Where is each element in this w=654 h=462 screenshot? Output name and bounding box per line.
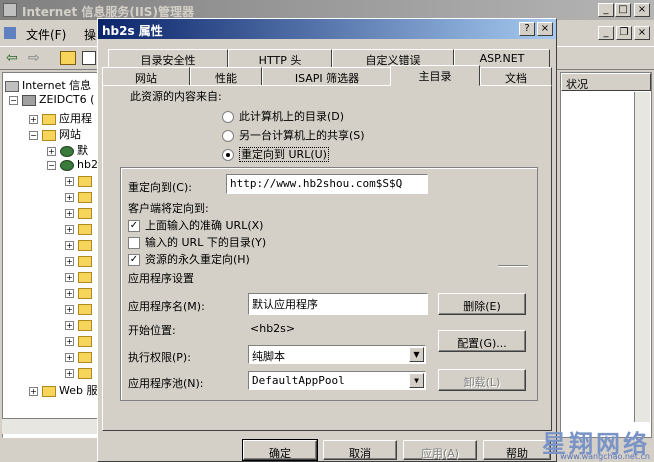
back-arrow-icon[interactable]: ⇦	[6, 50, 18, 66]
tab-isapi-filters[interactable]: ISAPI 筛选器	[262, 67, 392, 85]
dialog-close-button[interactable]: ×	[537, 22, 553, 36]
check-directory-below[interactable]: 输入的 URL 下的目录(Y)	[128, 234, 266, 250]
tree-hscroll[interactable]	[2, 418, 104, 434]
tree-node-websites[interactable]: − 网站	[29, 126, 81, 142]
properties-dialog: hb2s 属性 ? × 目录安全性 HTTP 头 自定义错误 ASP.NET 网…	[97, 18, 557, 462]
checkbox[interactable]: ✓	[128, 254, 140, 266]
tab-home-directory[interactable]: 主目录	[390, 65, 480, 86]
remove-button[interactable]: 删除(E)	[438, 293, 526, 315]
redirect-url-input[interactable]: http://www.hb2shou.com$S$Q	[226, 174, 428, 194]
tab-directory-security[interactable]: 目录安全性	[108, 49, 228, 67]
watermark-url: www.wangchao.net.cn	[560, 452, 650, 461]
app-settings-label: 应用程序设置	[128, 272, 194, 285]
dialog-help-button[interactable]: ?	[519, 22, 535, 36]
app-pool-label: 应用程序池(N):	[128, 377, 204, 390]
radio-button[interactable]	[222, 130, 234, 142]
unload-button[interactable]: 卸载(L)	[438, 369, 526, 391]
column-header-status[interactable]: 状况	[561, 73, 651, 91]
show-pane-icon[interactable]	[82, 51, 96, 65]
apply-button[interactable]: 应用(A)	[403, 440, 477, 460]
configure-button[interactable]: 配置(G)...	[438, 330, 526, 352]
iis-app-icon	[3, 3, 17, 17]
tree-node-subfolder[interactable]: +	[65, 286, 95, 299]
tree-node-subfolder[interactable]: +	[65, 270, 95, 283]
help-button[interactable]: 帮助	[483, 440, 551, 460]
check-permanent-redirect[interactable]: ✓ 资源的永久重定向(H)	[128, 251, 250, 267]
client-redirect-label: 客户端将定向到:	[128, 202, 209, 215]
tree-node-app-pools[interactable]: + 应用程	[29, 110, 92, 126]
start-position-value: <hb2s>	[250, 322, 296, 335]
menu-action[interactable]: 操	[84, 26, 96, 43]
dialog-titlebar: hb2s 属性	[98, 19, 556, 39]
minimize-button[interactable]: _	[598, 3, 614, 17]
separator	[498, 265, 528, 267]
tab-performance[interactable]: 性能	[190, 67, 262, 85]
tree-node-hb2s[interactable]: − hb2	[47, 158, 98, 171]
tree-node-default-site[interactable]: + 默	[47, 142, 88, 158]
check-exact-url[interactable]: ✓ 上面输入的准确 URL(X)	[128, 217, 263, 233]
tree-node-subfolder[interactable]: +	[65, 254, 95, 267]
ok-button[interactable]: 确定	[242, 439, 318, 461]
close-button[interactable]: ×	[634, 3, 650, 17]
checkbox[interactable]	[128, 237, 140, 249]
tree-node-subfolder[interactable]: +	[65, 174, 95, 187]
tree-node-subfolder[interactable]: +	[65, 318, 95, 331]
dialog-title: hb2s 属性	[102, 24, 163, 38]
content-source-label: 此资源的内容来自:	[130, 90, 222, 103]
tree-node-server[interactable]: − ZEIDCT6 (	[9, 93, 94, 106]
radio-redirect-url[interactable]: 重定向到 URL(U)	[222, 146, 329, 162]
folder-up-icon[interactable]	[60, 51, 76, 65]
tree-node-subfolder[interactable]: +	[65, 238, 95, 251]
menu-file[interactable]: 文件(F)	[26, 26, 66, 43]
tree-node-subfolder[interactable]: +	[65, 190, 95, 203]
tree-node-subfolder[interactable]: +	[65, 366, 95, 379]
tree-node-subfolder[interactable]: +	[65, 302, 95, 315]
tree-node-subfolder[interactable]: +	[65, 206, 95, 219]
radio-network-share[interactable]: 另一台计算机上的共享(S)	[222, 127, 365, 143]
mdi-close-button[interactable]: ×	[634, 26, 650, 40]
mdi-controls: _ ❐ ×	[598, 26, 652, 42]
app-pool-select[interactable]: DefaultAppPool ▼	[248, 371, 426, 390]
checkbox[interactable]: ✓	[128, 220, 140, 232]
tab-http-headers[interactable]: HTTP 头	[228, 49, 332, 67]
redirect-to-label: 重定向到(C):	[128, 181, 192, 194]
tree-node-subfolder[interactable]: +	[65, 334, 95, 347]
radio-button[interactable]	[222, 111, 234, 123]
exec-permission-label: 执行权限(P):	[128, 351, 191, 364]
right-vscroll[interactable]	[634, 92, 650, 422]
mdi-restore-button[interactable]: ❐	[616, 26, 632, 40]
main-window-titlebar: Internet 信息服务(IIS)管理器	[0, 0, 654, 20]
dropdown-arrow-icon[interactable]: ▼	[409, 373, 424, 388]
radio-local-directory[interactable]: 此计算机上的目录(D)	[222, 108, 344, 124]
app-name-input[interactable]: 默认应用程序	[248, 293, 428, 315]
forward-arrow-icon[interactable]: ⇨	[28, 50, 40, 66]
tree-pane: Internet 信息 − ZEIDCT6 ( + 应用程 − 网站 + 默 − hb2 …	[2, 72, 104, 438]
tree-node-iis[interactable]: Internet 信息	[5, 77, 91, 93]
cancel-button[interactable]: 取消	[323, 440, 397, 460]
mdi-minimize-button[interactable]: _	[598, 26, 614, 40]
mmc-icon	[4, 27, 16, 39]
tree-node-web-ext[interactable]: + Web 服	[29, 382, 97, 398]
dropdown-arrow-icon[interactable]: ▼	[409, 347, 424, 362]
maximize-button[interactable]: □	[615, 3, 631, 17]
tab-documents[interactable]: 文档	[480, 67, 552, 85]
app-name-label: 应用程序名(M):	[128, 300, 205, 313]
main-window-title: Internet 信息服务(IIS)管理器	[22, 5, 194, 19]
radio-button-selected[interactable]	[222, 149, 234, 161]
tree-node-subfolder[interactable]: +	[65, 222, 95, 235]
exec-permission-select[interactable]: 纯脚本 ▼	[248, 345, 426, 364]
tab-website[interactable]: 网站	[102, 67, 190, 85]
start-position-label: 开始位置:	[128, 324, 176, 337]
tree-node-subfolder[interactable]: +	[65, 350, 95, 363]
